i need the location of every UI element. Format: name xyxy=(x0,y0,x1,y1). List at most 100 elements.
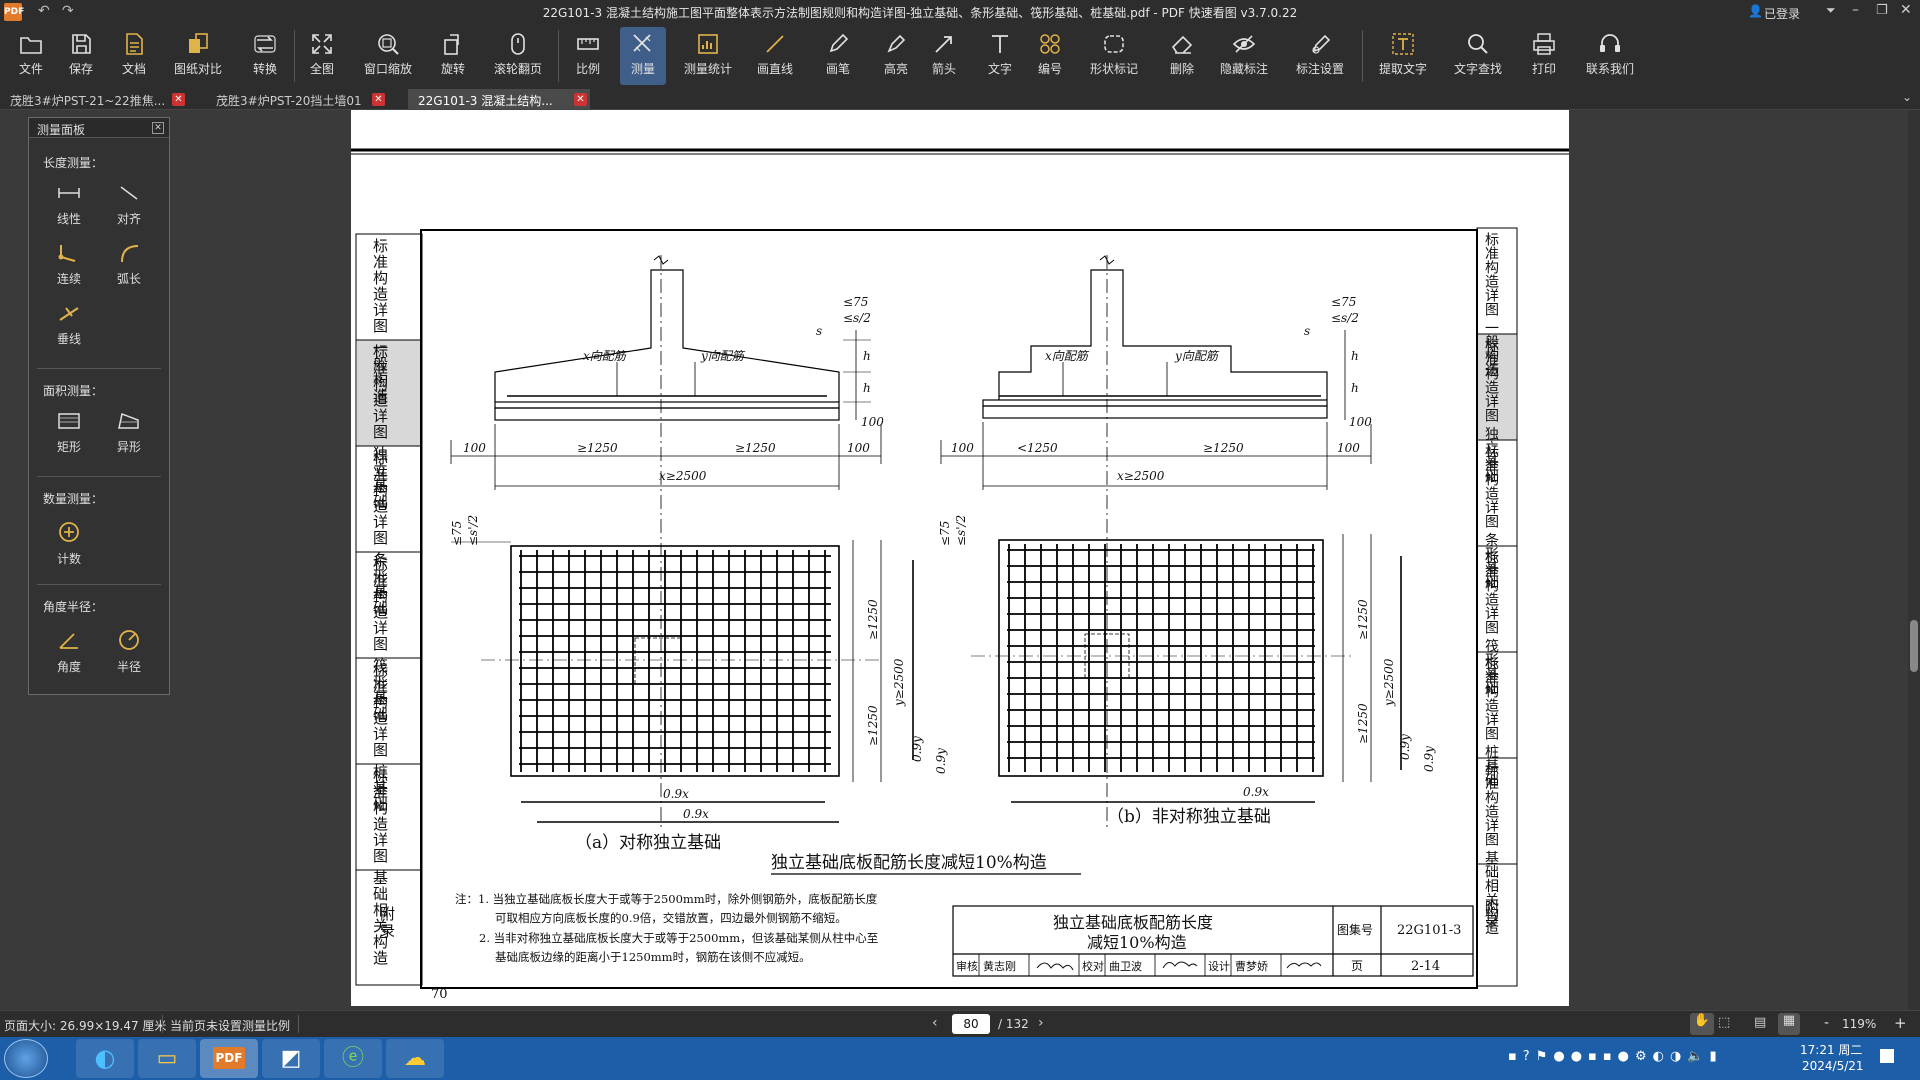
mark-settings-button[interactable]: 标注设置 xyxy=(1292,27,1348,85)
extract-text-button[interactable]: 提取文字 xyxy=(1374,27,1432,85)
linear-icon xyxy=(58,188,80,198)
login-status[interactable]: 已登录 xyxy=(1764,5,1800,22)
window-title: 22G101-3 混凝土结构施工图平面整体表示方法制图规则和构造详图-独立基础、… xyxy=(542,6,1298,20)
next-page-icon[interactable]: › xyxy=(1038,1015,1044,1031)
close-button[interactable]: ✕ xyxy=(1900,2,1912,18)
tab-document-3[interactable]: 22G101-3 混凝土结构... ✕ xyxy=(408,89,590,109)
titleblock-design: 设计 xyxy=(1208,960,1230,973)
side-tab-6[interactable]: 附录 xyxy=(378,906,396,940)
tab-label: 22G101-3 混凝土结构... xyxy=(418,94,553,108)
taskbar-app-4[interactable]: ◩ xyxy=(262,1039,320,1078)
text-menu-button[interactable]: 文字 xyxy=(978,27,1022,85)
hand-tool-icon[interactable]: ✋ xyxy=(1690,1013,1714,1035)
dim-09y-a-1: 0.9y xyxy=(910,736,924,762)
dim-y2500-b: y≥2500 xyxy=(1382,658,1396,707)
zoom-out-button[interactable]: - xyxy=(1824,1015,1829,1031)
single-page-view-icon[interactable]: ▤ xyxy=(1754,1015,1766,1030)
delete-menu-button[interactable]: 删除 xyxy=(1160,27,1204,85)
scale-button[interactable]: 比例 xyxy=(566,27,610,85)
window-zoom-button[interactable]: 窗口缩放 xyxy=(360,27,416,85)
dim-ge1250-b-upper: ≥1250 xyxy=(1356,599,1370,640)
dim-09y-b-2: 0.9y xyxy=(1422,746,1436,772)
tray-icons[interactable]: ▪?⚑●●▪▪●⚙◐◑🔈▮ xyxy=(1508,1049,1723,1064)
fullview-button[interactable]: 全图 xyxy=(302,27,342,85)
dim-09y-b-1: 0.9y xyxy=(1398,734,1412,760)
tab-document-2[interactable]: 茂胜3#炉PST-20挡土墙01 ✕ xyxy=(206,89,388,109)
measure-stats-button[interactable]: 测量统计 xyxy=(680,27,736,85)
taskbar-explorer-app[interactable]: ▭ xyxy=(138,1039,196,1078)
scroll-page-button[interactable]: 滚轮翻页 xyxy=(490,27,546,85)
select-tool-icon[interactable]: ⬚ xyxy=(1718,1015,1730,1030)
page-input[interactable]: 80 xyxy=(952,1014,990,1034)
angle-icon xyxy=(59,633,78,649)
prev-page-icon[interactable]: ‹ xyxy=(932,1015,938,1031)
hide-marks-button[interactable]: 隐藏标注 xyxy=(1216,27,1272,85)
find-text-button[interactable]: 文字查找 xyxy=(1450,27,1506,85)
measure-panel-header[interactable]: 测量面板 ✕ xyxy=(29,118,169,138)
undo-icon[interactable]: ↶ xyxy=(38,3,50,19)
vertical-scrollbar[interactable] xyxy=(1908,110,1920,1010)
linear-measure-button[interactable]: 线性 xyxy=(43,182,95,227)
print-button[interactable]: 打印 xyxy=(1522,27,1566,85)
rotate-menu-button[interactable]: 旋转 xyxy=(430,27,476,85)
scrollbar-thumb[interactable] xyxy=(1910,620,1918,672)
convert-menu-button[interactable]: 转换 xyxy=(242,27,288,85)
shape-mark-menu-button[interactable]: 形状标记 xyxy=(1082,27,1146,85)
line-icon xyxy=(766,35,784,53)
dim-h-b-1: h xyxy=(1351,349,1359,363)
elevation-b xyxy=(940,255,1372,830)
arc-measure-button[interactable]: 弧长 xyxy=(103,242,155,287)
minimize-button[interactable]: – xyxy=(1852,2,1859,18)
radius-button[interactable]: 半径 xyxy=(103,628,155,675)
start-button[interactable] xyxy=(4,1039,48,1078)
panel-close-icon[interactable]: ✕ xyxy=(152,122,164,134)
eye-off-icon xyxy=(1232,35,1256,53)
redo-icon[interactable]: ↷ xyxy=(62,3,74,19)
taskbar-app-6[interactable]: ☁ xyxy=(386,1039,444,1078)
pen-button[interactable]: 画笔 xyxy=(816,27,860,85)
panel-divider xyxy=(37,476,161,477)
settings-pen-icon xyxy=(1312,34,1331,54)
clock-date[interactable]: 2024/5/21 xyxy=(1802,1059,1864,1073)
folder-icon xyxy=(20,37,42,54)
taskbar-browser-app[interactable]: ◐ xyxy=(76,1039,134,1078)
app-logo[interactable]: PDF xyxy=(4,3,24,21)
menu-dropdown-icon[interactable]: ⏷ xyxy=(1826,3,1836,18)
perpendicular-measure-button[interactable]: 垂线 xyxy=(43,302,95,347)
tab-document-1[interactable]: 茂胜3#炉PST-21~22推焦... ✕ xyxy=(0,89,188,109)
highlight-menu-button[interactable]: 高亮 xyxy=(874,27,918,85)
file-menu-button[interactable]: 文件 xyxy=(8,27,54,85)
tab-close-icon[interactable]: ✕ xyxy=(172,93,185,106)
irregular-area-button[interactable]: 异形 xyxy=(103,410,155,455)
tab-close-icon[interactable]: ✕ xyxy=(372,93,385,106)
taskbar-app-5[interactable]: ⓔ xyxy=(324,1039,382,1078)
count-button[interactable]: 计数 xyxy=(43,520,95,567)
rect-area-button[interactable]: 矩形 xyxy=(43,410,95,455)
document-menu-button[interactable]: 文档 xyxy=(110,27,158,85)
number-button[interactable]: 编号 xyxy=(1030,27,1070,85)
zoom-level[interactable]: 119% xyxy=(1842,1017,1876,1031)
contact-us-button[interactable]: 联系我们 xyxy=(1582,27,1638,85)
fullscreen-icon xyxy=(312,34,332,54)
aligned-measure-button[interactable]: 对齐 xyxy=(103,182,155,227)
plan-a xyxy=(451,540,914,823)
caption-b: （b）非对称独立基础 xyxy=(1107,807,1271,827)
draw-line-button[interactable]: 画直线 xyxy=(752,27,798,85)
compare-button[interactable]: 图纸对比 xyxy=(170,27,226,85)
measure-button[interactable]: 测量 xyxy=(620,27,666,85)
zoom-in-button[interactable]: + xyxy=(1894,1014,1907,1032)
taskbar-pdf-app[interactable]: PDF xyxy=(200,1039,258,1078)
save-button[interactable]: 保存 xyxy=(58,27,104,85)
tab-close-icon[interactable]: ✕ xyxy=(574,93,587,106)
tab-list-chevron-icon[interactable]: ⌄ xyxy=(1902,90,1912,104)
titleblock-atlas-label: 图集号 xyxy=(1337,922,1373,937)
arrow-button[interactable]: 箭头 xyxy=(924,27,964,85)
clock-time[interactable]: 17:21 周二 xyxy=(1800,1041,1862,1058)
continuous-view-icon[interactable]: ▦ xyxy=(1778,1013,1800,1035)
show-desktop-button[interactable] xyxy=(1880,1049,1894,1063)
maximize-button[interactable]: ❐ xyxy=(1876,3,1888,18)
angle-button[interactable]: 角度 xyxy=(43,628,95,675)
continuous-measure-button[interactable]: 连续 xyxy=(43,242,95,287)
dim-s-a: s xyxy=(816,324,822,338)
printer-icon xyxy=(1533,33,1555,55)
